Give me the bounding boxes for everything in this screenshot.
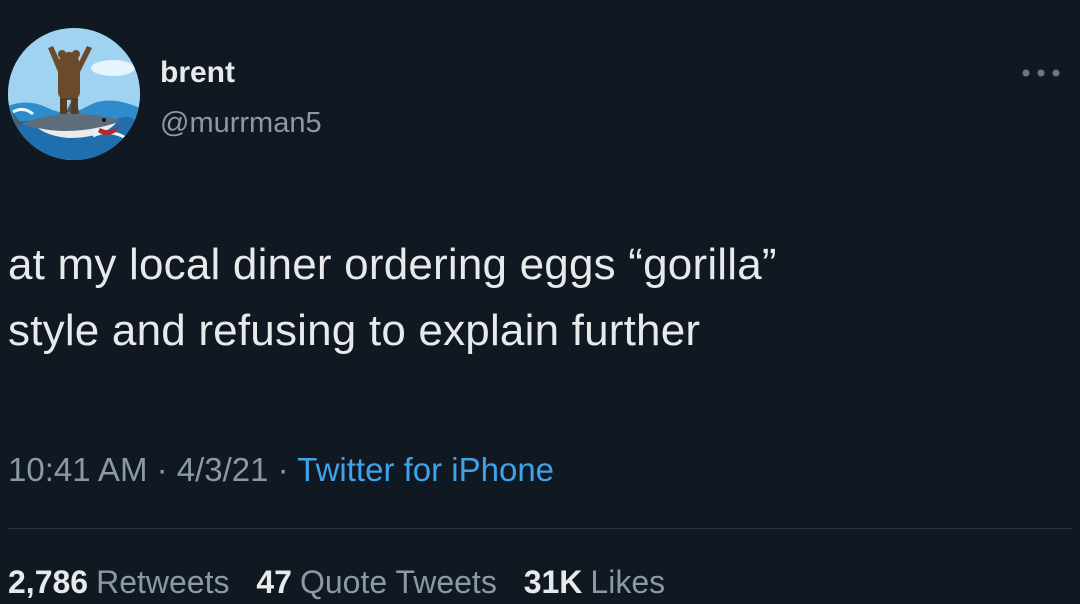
tweet-time[interactable]: 10:41 AM: [8, 451, 147, 488]
tweet-card: brent @murrman5 at my local diner orderi…: [0, 0, 1080, 604]
likes-count: 31K: [523, 564, 583, 600]
tweet-source-link[interactable]: Twitter for iPhone: [297, 451, 554, 488]
avatar[interactable]: [8, 28, 140, 160]
tweet-text-line: at my local diner ordering eggs “gorilla…: [8, 240, 777, 289]
separator: ·: [147, 451, 177, 488]
likes-label: Likes: [590, 564, 666, 600]
divider: [8, 528, 1072, 529]
quote-tweets-count: 47: [256, 564, 292, 600]
tweet-metadata: 10:41 AM · 4/3/21 · Twitter for iPhone: [8, 450, 554, 490]
avatar-image: [8, 28, 140, 160]
separator: ·: [268, 451, 298, 488]
likes-stat[interactable]: 31K Likes: [524, 564, 665, 600]
tweet-text-line: style and refusing to explain further: [8, 306, 701, 355]
tweet-text: at my local diner ordering eggs “gorilla…: [8, 232, 1068, 364]
retweets-stat[interactable]: 2,786 Retweets: [8, 564, 229, 600]
more-options-icon[interactable]: [1016, 58, 1066, 88]
tweet-date[interactable]: 4/3/21: [177, 451, 269, 488]
display-name[interactable]: brent: [160, 56, 235, 90]
retweets-count: 2,786: [8, 564, 89, 600]
quote-tweets-stat[interactable]: 47 Quote Tweets: [256, 564, 496, 600]
engagement-stats: 2,786 Retweets 47 Quote Tweets 31K Likes: [8, 562, 683, 602]
retweets-label: Retweets: [96, 564, 230, 600]
quote-tweets-label: Quote Tweets: [299, 564, 497, 600]
user-handle[interactable]: @murrman5: [160, 106, 322, 140]
